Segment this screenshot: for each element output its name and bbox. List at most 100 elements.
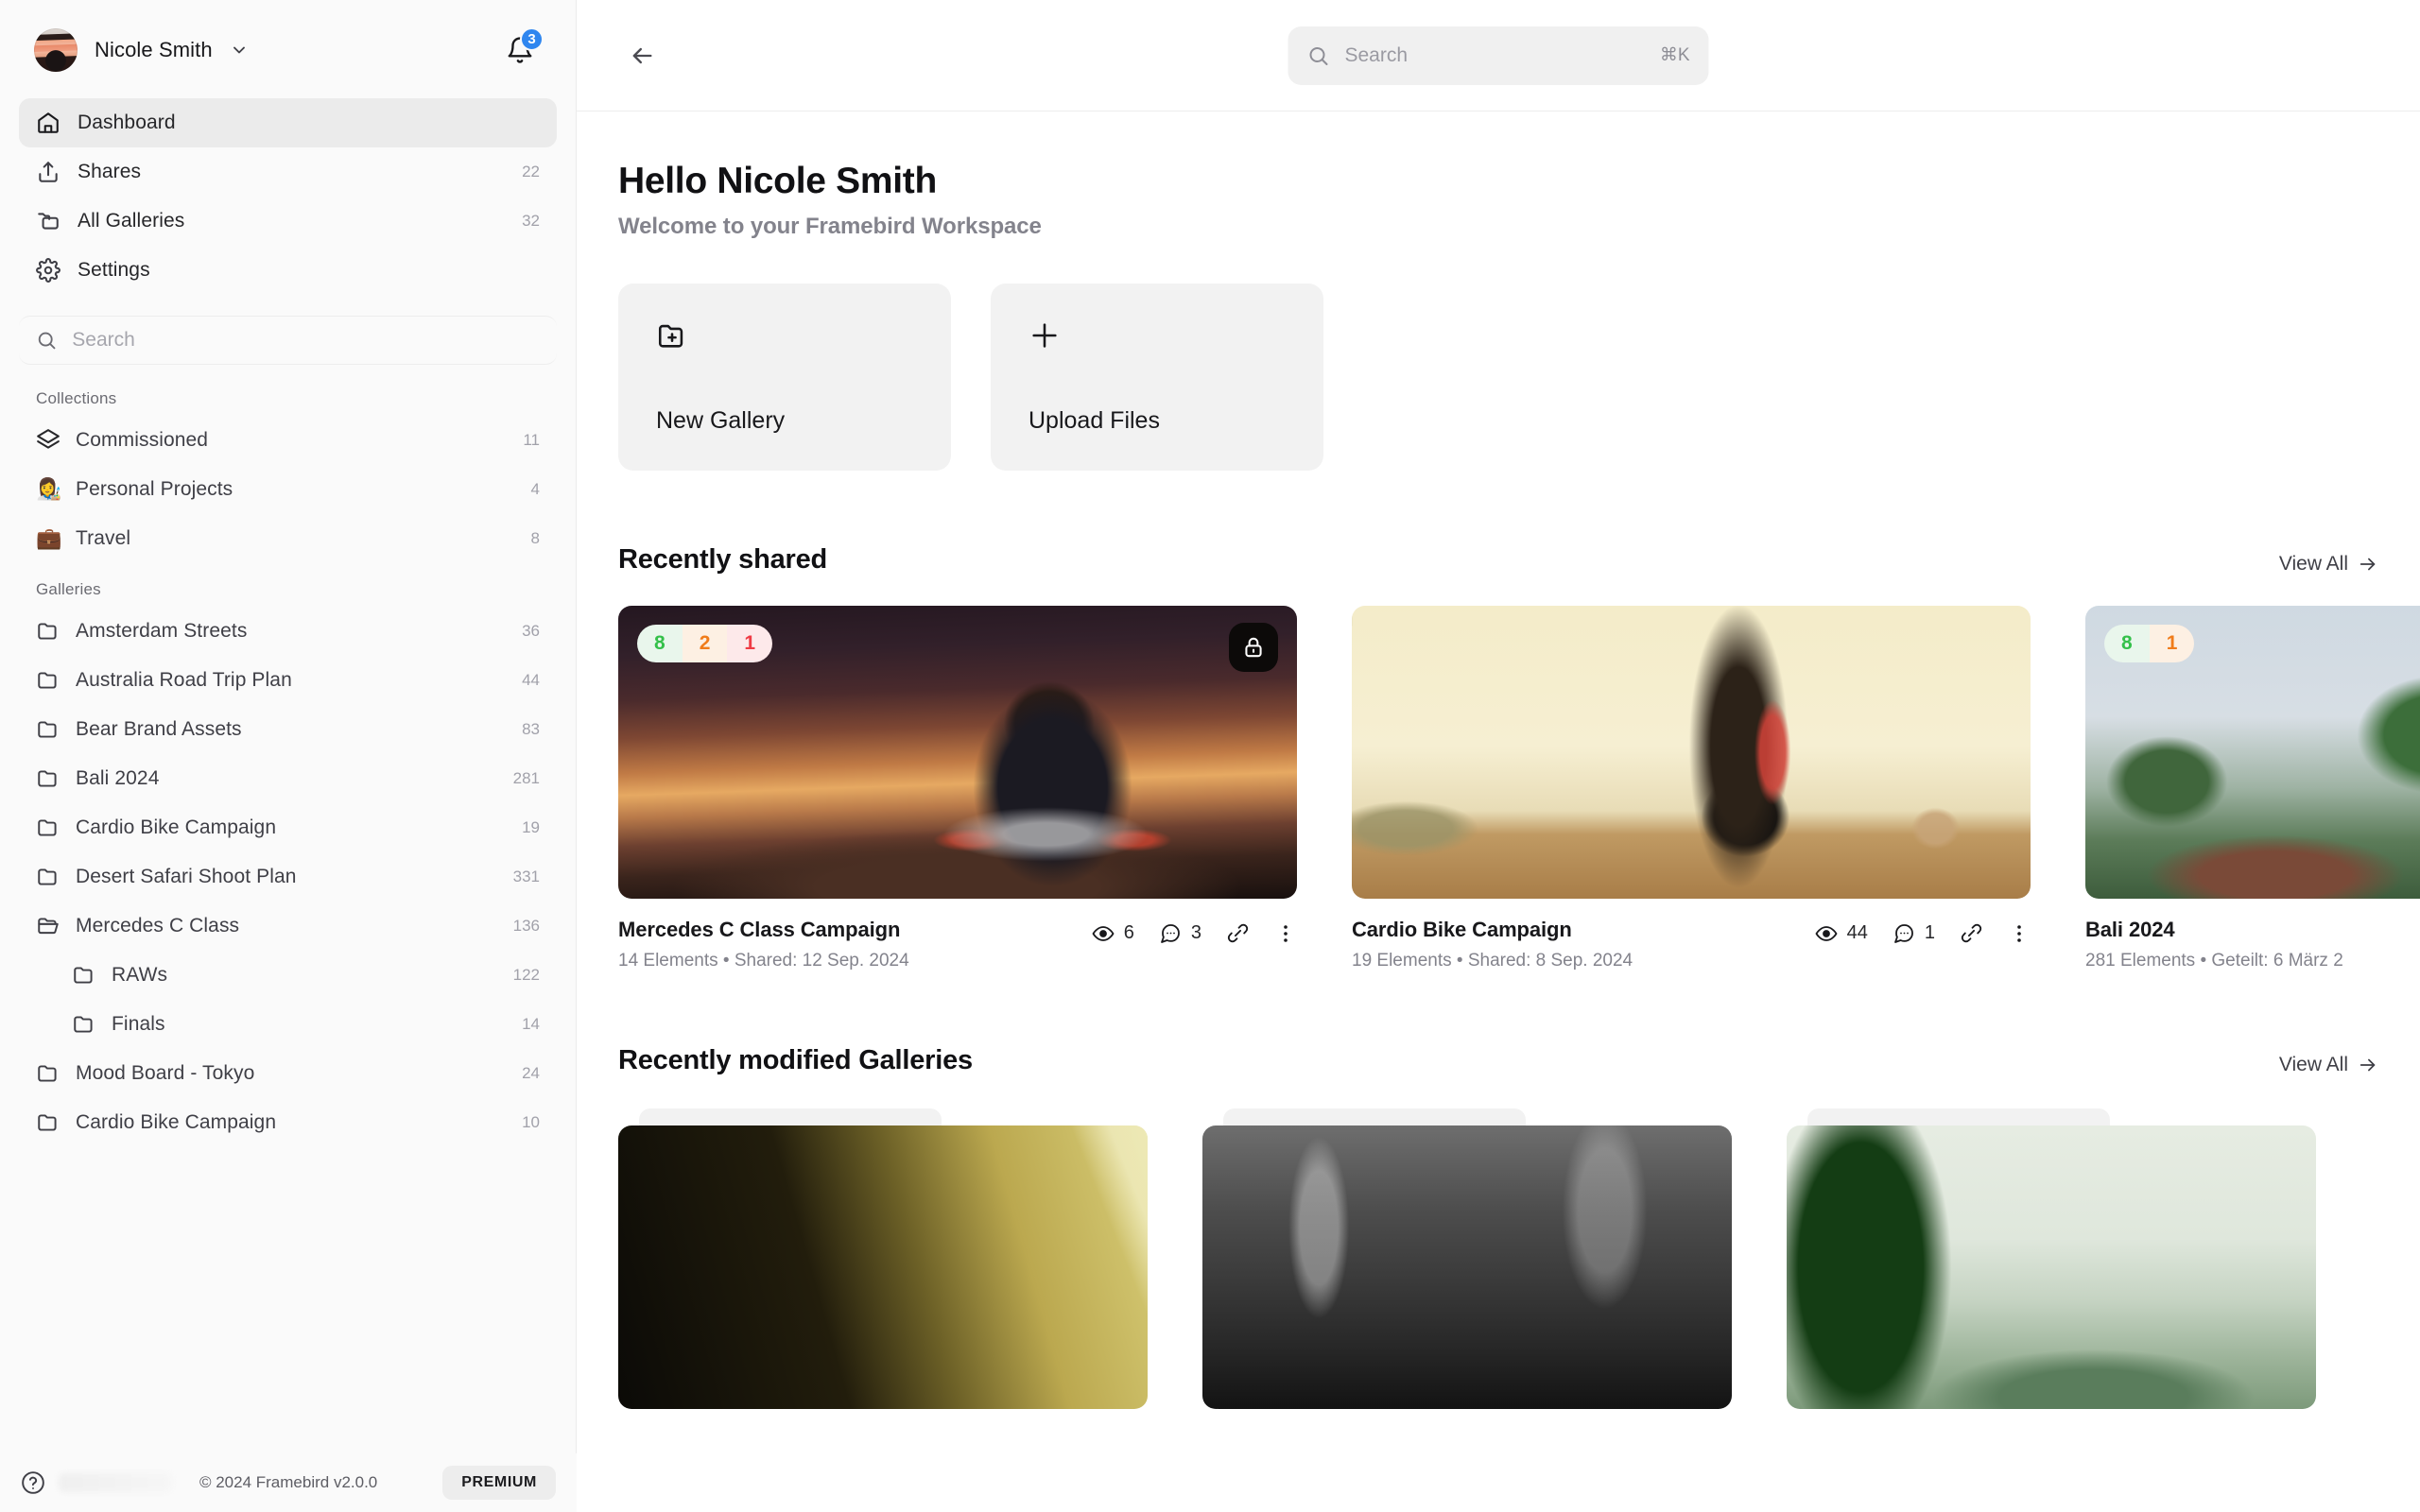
shared-gallery-card[interactable]: 8 1 Bali 2024 281 Elements • Geteilt: 6 Mär…	[2085, 606, 2420, 971]
gallery-item[interactable]: Bear Brand Assets 83	[19, 705, 557, 754]
gallery-label: Bali 2024	[76, 767, 160, 789]
gallery-item[interactable]: Desert Safari Shoot Plan 331	[19, 852, 557, 902]
card-subtitle: 281 Elements • Geteilt: 6 März 2	[2085, 951, 2343, 971]
gallery-count: 83	[522, 720, 540, 738]
new-gallery-button[interactable]: New Gallery	[618, 284, 951, 471]
briefcase-emoji-icon: 💼	[36, 526, 62, 550]
card-thumbnail[interactable]	[1787, 1125, 2316, 1409]
views-count: 6	[1123, 922, 1134, 943]
comment-icon	[1893, 923, 1913, 943]
copy-link-button[interactable]	[1226, 921, 1250, 945]
sidebar-footer: © 2024 Framebird v2.0.0 PREMIUM	[0, 1453, 577, 1512]
help-icon[interactable]	[21, 1470, 45, 1495]
card-thumbnail[interactable]: 821	[618, 606, 1297, 899]
copy-link-button[interactable]	[1960, 921, 1983, 945]
folder-plus-icon	[658, 324, 683, 348]
collection-item-personal-projects[interactable]: 👩‍🎨 Personal Projects 4	[19, 465, 557, 514]
gallery-count: 14	[522, 1015, 540, 1033]
gallery-item[interactable]: Cardio Bike Campaign 19	[19, 803, 557, 852]
status-badge-value: 1	[727, 625, 773, 662]
share-icon	[39, 162, 58, 182]
lock-button[interactable]	[1229, 623, 1278, 672]
modified-gallery-card[interactable]	[618, 1108, 1148, 1409]
card-more-button[interactable]	[1274, 922, 1297, 945]
notifications-button[interactable]: 3	[498, 27, 544, 72]
global-search-input[interactable]	[1344, 43, 1645, 67]
collection-label: Travel	[76, 527, 131, 549]
sidebar-item-shares[interactable]: Shares 22	[19, 147, 557, 197]
gallery-item[interactable]: Mercedes C Class 136	[19, 902, 557, 951]
card-thumbnail[interactable]	[1202, 1125, 1732, 1409]
modified-gallery-card[interactable]	[1787, 1108, 2316, 1409]
view-all-shared-link[interactable]: View All	[2279, 553, 2378, 576]
sidebar-item-all-galleries[interactable]: All Galleries 32	[19, 197, 557, 246]
gallery-item[interactable]: Bali 2024 281	[19, 754, 557, 803]
folder-icon	[38, 623, 57, 640]
search-icon	[1309, 46, 1328, 65]
gallery-item[interactable]: RAWs 122	[19, 951, 557, 1000]
gallery-label: RAWs	[112, 964, 168, 986]
gallery-item[interactable]: Finals 14	[19, 1000, 557, 1049]
sidebar-search[interactable]	[19, 316, 557, 365]
shared-gallery-card[interactable]: Cardio Bike Campaign 19 Elements • Shared…	[1352, 606, 2031, 971]
dashboard-content: Hello Nicole Smith Welcome to your Frame…	[577, 112, 2420, 1409]
gallery-item[interactable]: Mood Board - Tokyo 24	[19, 1049, 557, 1098]
card-thumbnail[interactable]: 81	[2085, 606, 2420, 899]
back-button[interactable]	[618, 32, 666, 79]
global-search[interactable]: ⌘K	[1288, 26, 1709, 85]
gallery-item[interactable]: Amsterdam Streets 36	[19, 607, 557, 656]
arrow-right-icon	[2360, 1058, 2376, 1072]
card-meta: Cardio Bike Campaign 19 Elements • Shared…	[1352, 918, 2031, 971]
comments-stat[interactable]: 3	[1159, 922, 1201, 945]
gear-icon	[36, 258, 60, 283]
shared-gallery-card[interactable]: 8 2 1 Mercedes C Class Campaign 14 Elements …	[618, 606, 1297, 971]
card-subtitle: 19 Elements • Shared: 8 Sep. 2024	[1352, 951, 1634, 971]
view-all-modified-link[interactable]: View All	[2279, 1054, 2378, 1076]
gallery-count: 36	[522, 622, 540, 640]
gallery-count: 281	[512, 769, 540, 787]
collection-item-commissioned[interactable]: Commissioned 11	[19, 416, 557, 465]
quick-action-label: Upload Files	[1028, 407, 1160, 434]
card-actions: 44 1	[1815, 918, 2031, 945]
views-stat[interactable]: 44	[1815, 922, 1868, 945]
card-meta: Bali 2024 281 Elements • Geteilt: 6 März …	[2085, 918, 2420, 971]
gallery-count: 44	[522, 671, 540, 689]
view-all-label: View All	[2278, 553, 2348, 575]
eye-icon	[1092, 925, 1115, 941]
collection-item-travel[interactable]: 💼 Travel 8	[19, 514, 557, 563]
collection-label: Personal Projects	[76, 478, 233, 500]
sidebar-search-input[interactable]	[72, 329, 540, 352]
user-menu[interactable]: Nicole Smith	[34, 28, 249, 72]
card-thumbnail[interactable]	[1352, 606, 2031, 899]
sidebar-item-settings[interactable]: Settings	[19, 246, 557, 295]
card-thumbnail[interactable]	[618, 1125, 1148, 1409]
premium-badge[interactable]: PREMIUM	[442, 1466, 556, 1500]
sidebar-item-count: 32	[522, 212, 540, 230]
sidebar-item-dashboard[interactable]: Dashboard	[19, 98, 557, 147]
gallery-label: Amsterdam Streets	[76, 620, 248, 642]
views-stat[interactable]: 6	[1092, 922, 1134, 945]
modified-gallery-card[interactable]	[1202, 1108, 1732, 1409]
folder-icon	[38, 672, 57, 689]
quick-action-label: New Gallery	[656, 407, 786, 434]
sidebar-item-label: Shares	[78, 161, 142, 182]
gallery-item[interactable]: Cardio Bike Campaign 10	[19, 1098, 557, 1147]
folder-open-icon	[38, 918, 59, 935]
avatar	[34, 28, 78, 72]
topbar: ⌘K	[577, 0, 2420, 112]
collection-count: 4	[530, 480, 540, 498]
status-badge-value: 8	[637, 625, 683, 662]
page-subtitle: Welcome to your Framebird Workspace	[618, 214, 1042, 239]
comments-count: 1	[1924, 922, 1935, 943]
card-title: Cardio Bike Campaign	[1352, 918, 1572, 941]
card-more-button[interactable]	[2008, 922, 2031, 945]
gallery-label: Mood Board - Tokyo	[76, 1062, 255, 1084]
card-title: Bali 2024	[2085, 918, 2175, 941]
gallery-item[interactable]: Australia Road Trip Plan 44	[19, 656, 557, 705]
home-icon	[38, 112, 59, 133]
galleries-icon	[38, 213, 59, 230]
recently-shared-list: 8 2 1 Mercedes C Class Campaign 14 Elements …	[618, 606, 2420, 971]
card-meta: Mercedes C Class Campaign 14 Elements • S…	[618, 918, 1297, 971]
comments-stat[interactable]: 1	[1893, 922, 1935, 945]
upload-files-button[interactable]: Upload Files	[991, 284, 1323, 471]
